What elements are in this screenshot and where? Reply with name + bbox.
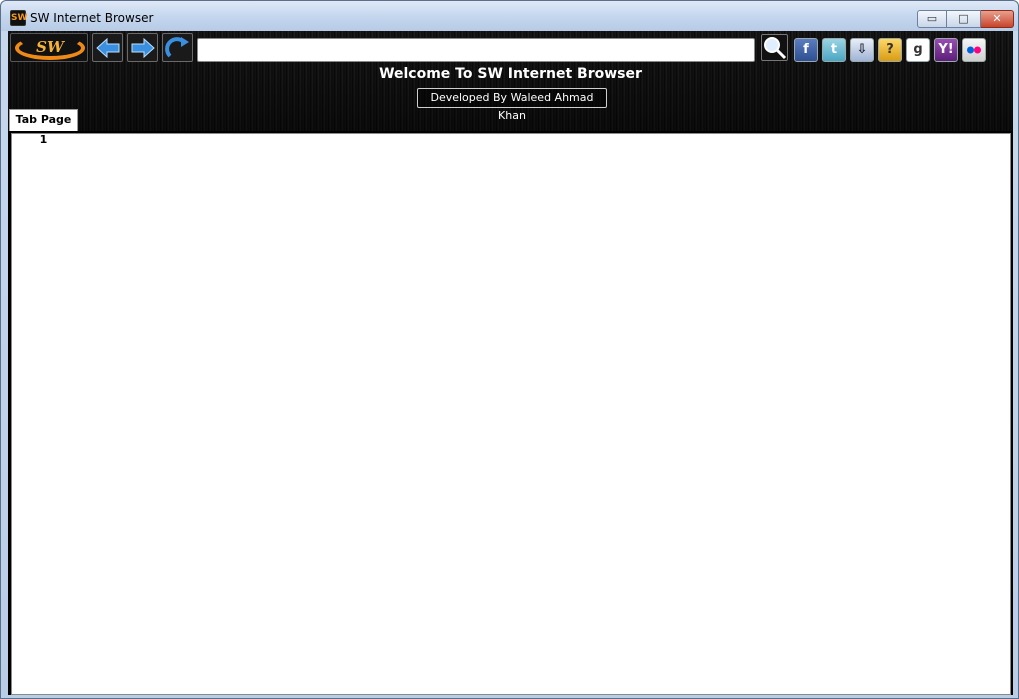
app-icon: SW	[10, 10, 27, 26]
developer-credit: Developed By Waleed Ahmad Khan	[417, 88, 607, 122]
download-icon[interactable]: ⇩	[850, 38, 874, 62]
client-area: SW f t ⇩ ? g Y! Welcome To SW Internet B…	[8, 31, 1013, 695]
home-logo-button[interactable]: SW	[10, 33, 88, 62]
web-content-area[interactable]	[11, 133, 1011, 695]
search-button[interactable]	[761, 34, 788, 61]
maximize-button[interactable]: □	[947, 10, 981, 28]
address-bar-input[interactable]	[197, 38, 755, 62]
yahoo-icon[interactable]: Y!	[934, 38, 958, 62]
flickr-icon[interactable]	[962, 38, 986, 62]
welcome-heading: Welcome To SW Internet Browser	[379, 66, 642, 82]
back-button[interactable]	[92, 33, 123, 62]
flickr-dots-icon	[967, 46, 981, 54]
arrow-left-icon	[96, 37, 120, 59]
forward-button[interactable]	[127, 33, 158, 62]
tab-strip: Tab Page 1	[8, 109, 1013, 146]
close-button[interactable]: ✕	[981, 10, 1014, 28]
magnifier-icon	[764, 37, 787, 60]
title-bar[interactable]: SW SW Internet Browser ▭ □ ✕	[1, 1, 1018, 31]
browser-window: SW SW Internet Browser ▭ □ ✕ SW f t ⇩ ? …	[0, 0, 1019, 699]
tab-page-1[interactable]: Tab Page 1	[9, 109, 78, 146]
help-icon[interactable]: ?	[878, 38, 902, 62]
google-icon[interactable]: g	[906, 38, 930, 62]
arrow-right-icon	[131, 37, 155, 59]
window-title: SW Internet Browser	[30, 11, 154, 25]
twitter-icon[interactable]: t	[822, 38, 846, 62]
minimize-button[interactable]: ▭	[917, 10, 947, 28]
logo-text: SW	[36, 38, 64, 56]
refresh-button[interactable]	[162, 33, 193, 62]
facebook-icon[interactable]: f	[794, 38, 818, 62]
refresh-icon	[165, 37, 189, 58]
